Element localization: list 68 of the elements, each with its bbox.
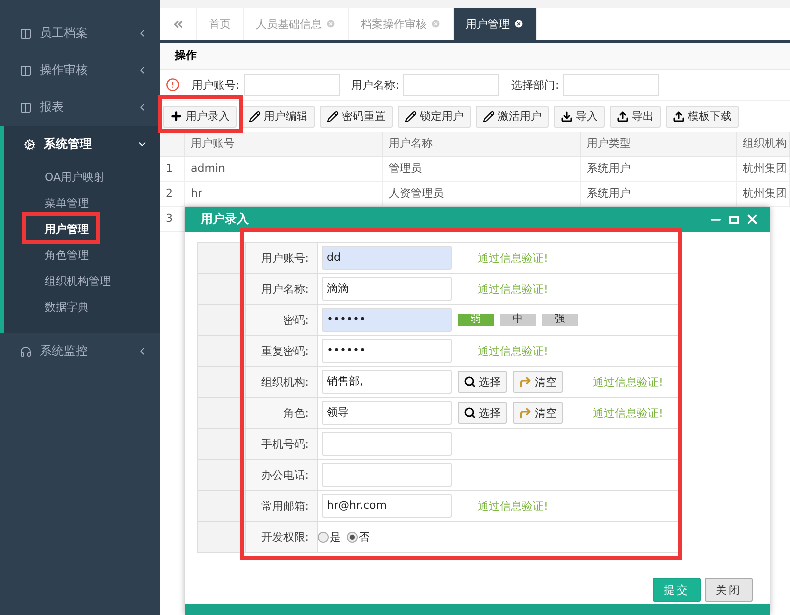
strength-segment: 弱	[458, 314, 494, 326]
submenu-item[interactable]: 用户管理	[4, 217, 160, 243]
form-label: 组织机构:	[246, 367, 318, 398]
radio-option[interactable]: 否	[347, 530, 370, 544]
sidebar-item[interactable]: 报表	[0, 89, 160, 126]
validation-message: 通过信息验证!	[478, 344, 548, 358]
validation-message: 通过信息验证!	[478, 250, 548, 266]
strength-segment: 中	[500, 314, 536, 326]
sidebar-item[interactable]: 操作审核	[0, 52, 160, 89]
input-field[interactable]: 滴滴	[322, 277, 452, 301]
radio-option[interactable]: 是	[318, 530, 341, 544]
row-number: 1	[160, 157, 185, 182]
form-label: 手机号码:	[246, 429, 318, 460]
toolbar-button[interactable]: 激活用户	[476, 106, 549, 128]
validation-message: 通过信息验证!	[478, 282, 548, 296]
table-cell: 管理员	[383, 157, 581, 182]
column-header: 用户账号	[185, 132, 383, 157]
validation-message: 通过信息验证!	[478, 498, 548, 514]
toolbar-button[interactable]: 锁定用户	[398, 106, 471, 128]
sidebar-item[interactable]: 系统管理	[0, 126, 160, 163]
toolbar-button[interactable]: 导出	[610, 106, 661, 128]
sidebar-item[interactable]: 系统监控	[0, 333, 160, 370]
row-number: 2	[160, 182, 185, 207]
table-cell: 系统用户	[581, 157, 737, 182]
select-button[interactable]: 选择	[458, 371, 507, 393]
password-field[interactable]: ••••••	[322, 308, 452, 332]
select-button[interactable]: 选择	[458, 402, 507, 424]
input-field[interactable]: dd	[322, 246, 452, 270]
column-header: 用户类型	[581, 132, 737, 157]
field-label: 用户名称:	[352, 78, 400, 92]
toolbar-button[interactable]: 模板下载	[666, 106, 739, 128]
toolbar-button[interactable]: 密码重置	[320, 106, 393, 128]
form-label: 用户账号:	[246, 243, 318, 274]
submenu-item[interactable]: 角色管理	[4, 243, 160, 269]
input-field[interactable]: 销售部,	[322, 370, 452, 394]
toolbar-button[interactable]: 导入	[554, 106, 605, 128]
strength-segment: 强	[542, 314, 578, 326]
column-header: 组织机构	[737, 132, 790, 157]
input-field[interactable]: hr@hr.com	[322, 494, 452, 518]
sidebar-item[interactable]: 员工档案	[0, 15, 160, 52]
table-cell: admin	[185, 157, 383, 182]
submenu-item[interactable]: OA用户映射	[4, 165, 160, 191]
validation-message: 通过信息验证!	[593, 374, 664, 390]
input-field[interactable]: ••••••	[322, 339, 452, 363]
field-label: 用户账号:	[192, 78, 240, 92]
clear-button[interactable]: 清空	[513, 402, 563, 424]
form-label: 办公电话:	[246, 460, 318, 491]
submenu-item[interactable]: 组织机构管理	[4, 269, 160, 295]
submenu-item[interactable]: 数据字典	[4, 295, 160, 321]
input-field[interactable]: 领导	[322, 401, 452, 425]
column-header: 用户名称	[383, 132, 581, 157]
form-label: 用户名称:	[246, 274, 318, 305]
panel-title: 操作	[160, 43, 790, 70]
validation-message: 通过信息验证!	[593, 406, 664, 420]
form-label: 重复密码:	[246, 336, 318, 367]
form-label: 常用邮箱:	[246, 491, 318, 522]
form-label: 角色:	[246, 398, 318, 429]
toolbar-button[interactable]: 用户录入	[163, 106, 237, 128]
clear-button[interactable]: 清空	[513, 371, 563, 393]
dialog-title: 用户录入	[201, 211, 250, 228]
submenu-item[interactable]: 菜单管理	[4, 191, 160, 217]
field-label: 选择部门:	[511, 78, 560, 92]
form-label: 密码:	[246, 305, 318, 336]
form-label: 开发权限:	[246, 522, 318, 553]
tab[interactable]: 用户管理	[454, 8, 537, 40]
close-button[interactable]: 关闭	[705, 578, 753, 602]
toolbar-button[interactable]: 用户编辑	[242, 106, 315, 128]
table-cell: 杭州集团	[737, 157, 790, 182]
